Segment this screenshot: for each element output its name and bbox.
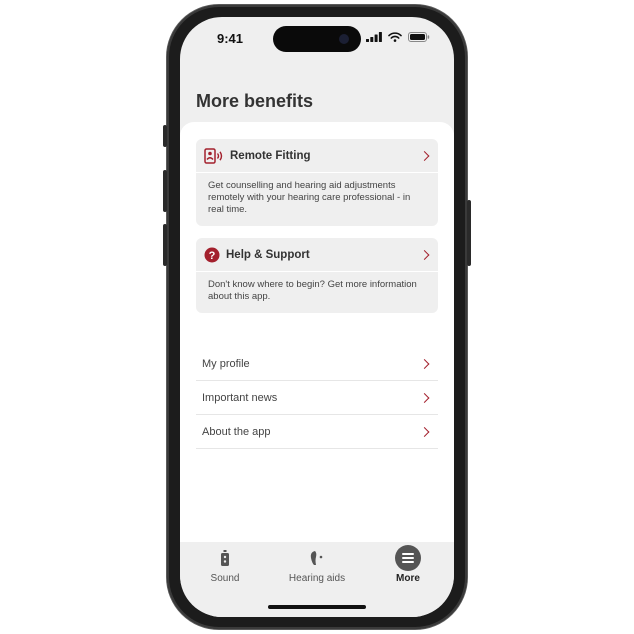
help-support-card[interactable]: ? Help & Support Don't know where to beg…	[196, 238, 438, 313]
wifi-icon	[388, 32, 402, 42]
tab-label: More	[396, 573, 420, 584]
help-icon: ?	[204, 247, 220, 262]
sound-icon	[221, 550, 229, 566]
volume-down-button	[163, 224, 167, 266]
page-title: More benefits	[196, 91, 314, 111]
volume-up-button	[163, 170, 167, 212]
help-support-header[interactable]: ? Help & Support	[196, 238, 438, 272]
home-indicator[interactable]	[268, 605, 366, 609]
menu-item-my-profile[interactable]: My profile	[196, 347, 438, 381]
camera-icon	[339, 34, 349, 44]
menu-item-label: Important news	[202, 391, 278, 404]
chevron-right-icon	[419, 358, 430, 369]
remote-fitting-title: Remote Fitting	[230, 149, 311, 162]
tab-hearing-aids[interactable]: Hearing aids	[272, 542, 362, 592]
chevron-right-icon	[419, 150, 430, 161]
status-icons	[366, 32, 430, 42]
screen: 9:41 More benefits Remote Fitting Get co…	[180, 17, 454, 617]
help-support-title: Help & Support	[226, 248, 310, 261]
tab-label: Hearing aids	[288, 573, 346, 584]
chevron-right-icon	[419, 392, 430, 403]
action-button	[163, 125, 167, 147]
menu-item-about-the-app[interactable]: About the app	[196, 415, 438, 449]
chevron-right-icon	[419, 426, 430, 437]
svg-text:?: ?	[209, 250, 216, 262]
menu-item-label: About the app	[202, 425, 271, 438]
more-menu-list: My profile Important news About the app	[196, 347, 438, 449]
status-time: 9:41	[217, 31, 244, 46]
power-button	[467, 200, 471, 266]
chevron-right-icon	[419, 249, 430, 260]
remote-fitting-card[interactable]: Remote Fitting Get counselling and heari…	[196, 139, 438, 226]
battery-icon	[408, 32, 430, 42]
help-support-description: Don't know where to begin? Get more info…	[208, 279, 417, 302]
tab-label: Sound	[210, 573, 240, 584]
tab-more[interactable]: More	[363, 542, 453, 592]
remote-fitting-header[interactable]: Remote Fitting	[196, 139, 438, 173]
cellular-signal-icon	[366, 32, 382, 42]
remote-fitting-icon	[204, 147, 223, 164]
tab-sound[interactable]: Sound	[180, 542, 270, 592]
hearing-aid-icon	[310, 551, 323, 565]
menu-item-label: My profile	[202, 357, 250, 370]
dynamic-island	[273, 26, 361, 52]
menu-icon	[395, 545, 421, 571]
remote-fitting-description: Get counselling and hearing aid adjustme…	[208, 180, 411, 215]
menu-item-important-news[interactable]: Important news	[196, 381, 438, 415]
